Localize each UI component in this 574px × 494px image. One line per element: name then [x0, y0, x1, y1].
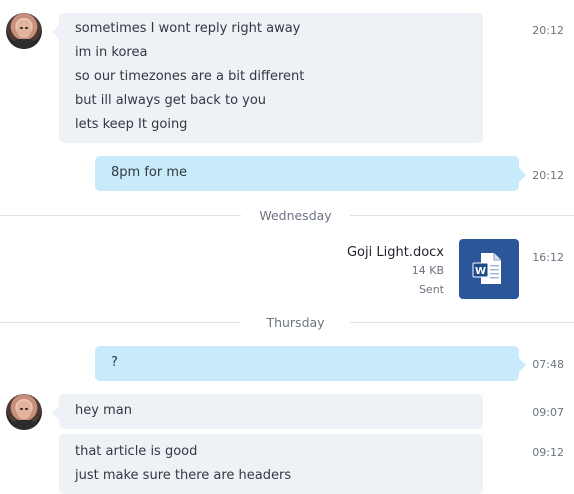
message-line: that article is good [75, 444, 198, 459]
avatar-shirt [10, 39, 38, 49]
svg-text:W: W [475, 266, 486, 277]
message-line: hey man [75, 403, 132, 418]
avatar-shirt [10, 420, 38, 430]
avatar-eye [20, 408, 23, 410]
contact-avatar[interactable] [6, 13, 42, 49]
file-name[interactable]: Goji Light.docx [300, 245, 444, 260]
avatar-eye [25, 27, 28, 29]
message-timestamp: 20:12 [532, 169, 564, 182]
file-status: Sent [418, 283, 444, 296]
message-line: but ill always get back to you [75, 93, 267, 108]
message-line: lets keep It going [75, 117, 188, 132]
message-timestamp: 09:12 [532, 446, 564, 459]
file-size: 14 KB [411, 264, 444, 277]
avatar-face [17, 20, 31, 38]
avatar-eye [20, 27, 23, 29]
message-timestamp: 20:12 [532, 24, 564, 37]
message-line: sometimes I wont reply right away [75, 21, 301, 36]
contact-avatar[interactable] [6, 394, 42, 430]
message-timestamp: 07:48 [532, 358, 564, 371]
message-line: ? [111, 355, 118, 370]
message-line: im in korea [75, 45, 148, 60]
avatar-eye [25, 408, 28, 410]
outgoing-message-bubble[interactable]: ? [95, 346, 526, 381]
incoming-message-bubble[interactable]: that article is good just make sure ther… [59, 434, 483, 494]
word-document-icon[interactable]: W [459, 239, 519, 299]
incoming-message-bubble[interactable]: sometimes I wont reply right away im in … [52, 13, 483, 143]
word-document-glyph: W [472, 253, 501, 284]
message-line: just make sure there are headers [75, 468, 292, 483]
message-line: 8pm for me [111, 165, 187, 180]
day-separator-label: Thursday [241, 315, 350, 330]
day-separator-label: Wednesday [241, 208, 350, 223]
message-line: so our timezones are a bit different [75, 69, 305, 84]
message-timestamp: 09:07 [532, 406, 564, 419]
avatar-face [17, 401, 31, 419]
outgoing-message-bubble[interactable]: 8pm for me [95, 156, 526, 191]
incoming-message-bubble[interactable]: hey man [52, 394, 483, 429]
message-timestamp: 16:12 [532, 251, 564, 264]
